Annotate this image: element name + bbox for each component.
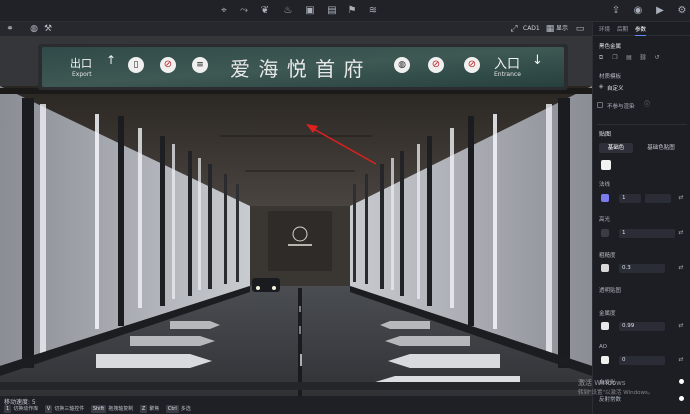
no-parking-icon: ⊘ (428, 57, 444, 73)
shortcut-key: V (44, 405, 53, 413)
divider (597, 124, 687, 125)
no-entry-icon: ⊘ (464, 57, 480, 73)
material-title: 黑色金属 (599, 44, 622, 50)
shortcut-key: 1 (4, 405, 12, 413)
share-icon[interactable]: ⇪ (610, 5, 622, 17)
exit-arrow-icon: ↑ (106, 53, 117, 67)
metalness-swatch[interactable] (601, 322, 609, 330)
roughness-swatch[interactable] (601, 264, 609, 272)
library-icon: ◈ (598, 83, 604, 90)
3d-viewport[interactable]: 出口 ↑ Export ▯ ⊘ ≡ 爱 海 悦 首 府 ◍ ⊘ ⊘ 入口 ↓ E… (0, 36, 592, 404)
view-menu-icon[interactable]: ▭ (574, 23, 586, 35)
highlight-label: 高光 (599, 217, 611, 223)
enter-label: 入口 (494, 57, 521, 72)
ao-swatch[interactable] (601, 356, 609, 364)
normal-label: 法线 (599, 182, 611, 188)
camera-icon[interactable]: ◉ (632, 5, 644, 17)
fire-icon[interactable]: ♨ (282, 5, 294, 17)
layers-icon[interactable]: ≋ (367, 5, 379, 17)
pin-icon[interactable]: ⌖ (218, 5, 230, 17)
roughness-label: 粗糙度 (599, 253, 616, 259)
highlight-value-field[interactable]: 1 (619, 229, 675, 238)
expand-icon[interactable]: ⤢ (508, 23, 520, 35)
nodes-icon[interactable]: ⚭ (4, 23, 16, 35)
tab-base-texture[interactable]: 基础色贴图 (637, 143, 685, 153)
base-color-swatch[interactable] (601, 160, 611, 170)
fire-extinguisher-icon: ◍ (394, 57, 410, 73)
status-bar: 移动速度: 5 1 切换动作库 V 切换三轴控件 Shift 拖拽轴复制 Z 聚焦 Ct… (0, 396, 592, 414)
roughness-link-icon[interactable]: ⇄ (677, 264, 685, 272)
info-icon: ⓘ (643, 101, 650, 108)
exit-english: Export (72, 71, 92, 78)
top-toolbar: ⌖ ⤳ ❦ ♨ ▣ ▤ ⚑ ≋ ⇪ ◉ ▶ ⚙ (0, 0, 690, 22)
normal-texture-slot[interactable] (645, 194, 671, 203)
display-button[interactable]: 显示 (553, 24, 571, 34)
sign-board: 出口 ↑ Export ▯ ⊘ ≡ 爱 海 悦 首 府 ◍ ⊘ ⊘ 入口 ↓ E… (42, 47, 564, 87)
shortcut-key: Z (139, 405, 148, 413)
activation-watermark-text: 转到"设置"以激活 Windows。 (578, 390, 654, 396)
metalness-value-field[interactable]: 0.99 (619, 322, 665, 331)
link-icon[interactable]: ⛓ (639, 54, 647, 62)
path-icon[interactable]: ⤳ (238, 5, 250, 17)
no-smoking-icon: ⊘ (160, 57, 176, 73)
render-checkbox[interactable] (597, 102, 603, 108)
paste-icon[interactable]: ▤ (625, 54, 633, 62)
roughness-value-field[interactable]: 0.3 (619, 264, 665, 273)
enter-arrow-icon: ↓ (532, 53, 543, 68)
highlight-swatch[interactable] (601, 229, 609, 237)
copy-icon[interactable]: ❐ (611, 54, 619, 62)
flag-icon[interactable]: ⚑ (346, 5, 358, 17)
tab-parameters[interactable]: 参数 (635, 25, 647, 36)
metalness-link-icon[interactable]: ⇄ (677, 322, 685, 330)
speed-limit-icon: ≡ (192, 57, 208, 73)
shortcut-text: 聚焦 (149, 406, 160, 412)
highlight-link-icon[interactable]: ⇄ (677, 229, 685, 237)
reflection-label: 反射常数 (599, 397, 622, 403)
metalness-label: 金属度 (599, 311, 616, 317)
self-illumination-toggle[interactable] (679, 379, 684, 384)
render-label: 不参与渲染 (607, 104, 635, 110)
viewport-toolbar: ⚭ ◍ ⚒ ⤢ CAD1 ▦ 显示 ▭ (0, 22, 592, 36)
cube-icon[interactable]: ▣ (304, 5, 316, 17)
ao-value-field[interactable]: 0 (619, 356, 665, 365)
shortcut-key: Ctrl (165, 405, 179, 413)
wrench-icon[interactable]: ⚒ (42, 23, 54, 35)
image-icon[interactable]: ▤ (326, 5, 338, 17)
activation-watermark-title: 激活 Windows (578, 379, 626, 387)
tab-environment[interactable]: 环境 (599, 25, 610, 33)
exit-label: 出口 (70, 57, 92, 70)
tab-post[interactable]: 后期 (617, 25, 628, 33)
texture-section: 贴图 (599, 131, 612, 138)
app-window: ⌖ ⤳ ❦ ♨ ▣ ▤ ⚑ ≋ ⇪ ◉ ▶ ⚙ ⚭ ◍ ⚒ ⤢ CAD1 ▦ 显… (0, 0, 690, 414)
sign-title: 爱 海 悦 首 府 (230, 57, 365, 81)
ao-link-icon[interactable]: ⇄ (677, 356, 685, 364)
shortcut-text: 切换动作库 (13, 406, 39, 412)
shortcut-text: 切换三轴控件 (54, 406, 85, 412)
normal-value-field[interactable]: 1 (619, 194, 641, 203)
shortcut-text: 拖拽轴复制 (108, 406, 134, 412)
reset-icon[interactable]: ↺ (653, 54, 661, 62)
properties-panel: 环境 后期 参数 黑色金属 ⧉ ❐ ▤ ⛓ ↺ 材质模板 ◈ 自定义 不参与渲染… (592, 22, 690, 414)
panel-tabs: 环境 后期 参数 (593, 22, 690, 36)
pick-icon[interactable]: ⧉ (597, 54, 605, 62)
tab-base-color[interactable]: 基础色 (599, 143, 633, 153)
settings-icon[interactable]: ⚙ (676, 5, 688, 17)
normal-link-icon[interactable]: ⇄ (677, 194, 685, 202)
reflection-toggle[interactable] (679, 396, 684, 401)
normal-swatch[interactable] (601, 194, 609, 202)
transparency-label: 透明贴图 (599, 288, 622, 294)
phone-icon: ▯ (128, 57, 144, 73)
tunnel-scene (0, 36, 592, 404)
custom-dropdown[interactable]: 自定义 (607, 84, 624, 92)
shortcut-text: 多选 (180, 406, 191, 412)
ao-label: AO (599, 344, 607, 350)
shortcut-key: Shift (90, 405, 107, 413)
enter-english: Entrance (494, 71, 521, 78)
leaf-icon[interactable]: ❦ (259, 5, 271, 17)
cad-button[interactable]: CAD1 (520, 24, 543, 34)
globe-icon[interactable]: ◍ (28, 23, 40, 35)
material-library-label: 材质模板 (599, 74, 622, 80)
shortcut-hints: 1 切换动作库 V 切换三轴控件 Shift 拖拽轴复制 Z 聚焦 Ctrl 多选 (4, 405, 196, 413)
video-icon[interactable]: ▶ (654, 5, 666, 17)
